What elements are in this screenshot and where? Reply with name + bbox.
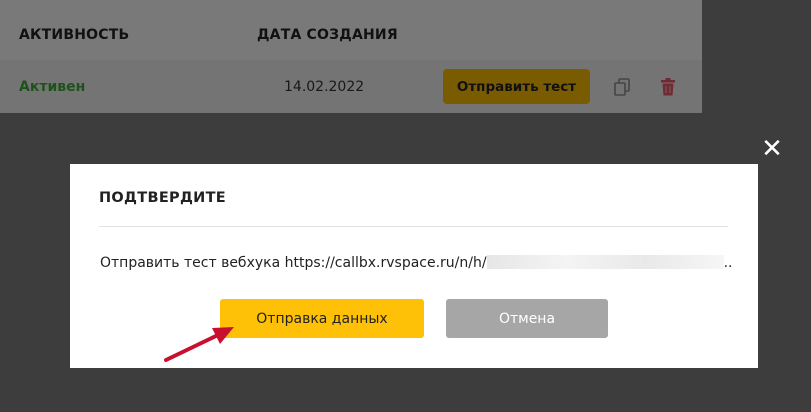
annotation-arrow-icon bbox=[164, 327, 234, 362]
cancel-button[interactable]: Отмена bbox=[446, 299, 608, 338]
dialog-message-suffix: .. bbox=[723, 255, 733, 271]
close-icon[interactable]: ✕ bbox=[760, 136, 784, 162]
dialog-divider bbox=[99, 226, 728, 227]
redacted-url-part bbox=[486, 255, 724, 269]
dialog-message: Отправить тест вебхука https://callbx.rv… bbox=[100, 255, 732, 271]
dialog-message-text: Отправить тест вебхука https://callbx.rv… bbox=[100, 255, 487, 271]
dialog-title: ПОДТВЕРДИТЕ bbox=[99, 190, 226, 206]
confirm-send-button[interactable]: Отправка данных bbox=[220, 299, 424, 338]
